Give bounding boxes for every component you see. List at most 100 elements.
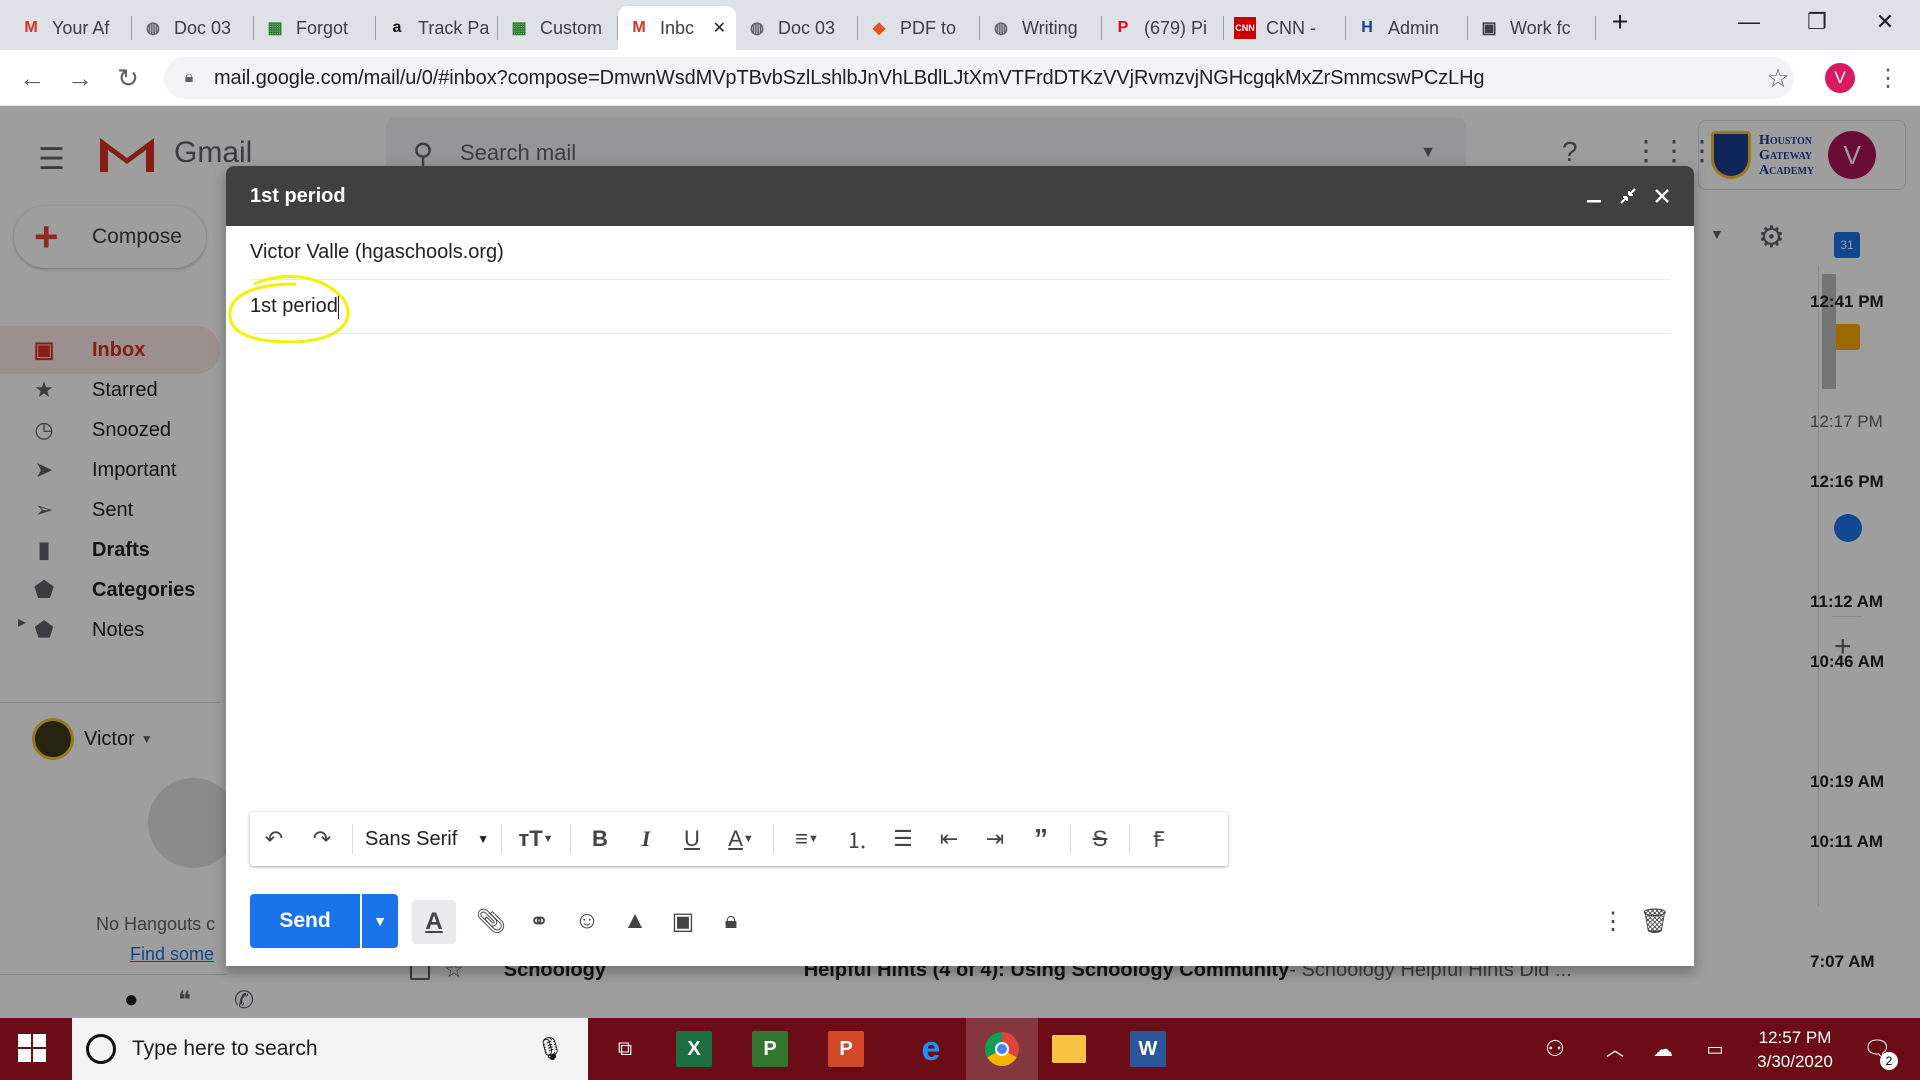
show-hidden-icons-icon[interactable]: ︿ bbox=[1590, 1028, 1640, 1070]
photo-icon[interactable]: ▣ bbox=[668, 906, 698, 936]
undo-icon[interactable]: ↶ bbox=[250, 812, 298, 866]
browser-tab[interactable]: ▦ Custom bbox=[498, 6, 618, 50]
bold-icon[interactable]: B bbox=[577, 812, 623, 866]
tab-label: CNN - bbox=[1266, 17, 1316, 38]
compose-window: 1st period Victor Valle (hgaschools.org)… bbox=[226, 166, 1694, 966]
pdf-icon: ◆ bbox=[872, 20, 886, 37]
font-size-icon[interactable]: тT ▼ bbox=[508, 812, 564, 866]
indent-more-icon[interactable]: ⇥ bbox=[972, 812, 1018, 866]
tab-label: Your Af bbox=[52, 17, 110, 38]
browser-tab[interactable]: H Admin bbox=[1346, 6, 1468, 50]
browser-tab[interactable]: CNN CNN - bbox=[1224, 6, 1346, 50]
confidential-mode-icon[interactable]: 🔒︎ bbox=[716, 906, 746, 936]
underline-icon[interactable]: U bbox=[669, 812, 715, 866]
microphone-icon[interactable]: 🎙︎ bbox=[536, 1036, 564, 1062]
notification-count-badge: 2 bbox=[1880, 1052, 1898, 1070]
browser-tab[interactable]: ▦ Forgot bbox=[254, 6, 376, 50]
word-icon[interactable]: W bbox=[1130, 1031, 1166, 1067]
windows-start-icon[interactable] bbox=[18, 1034, 48, 1064]
browser-tab[interactable]: M Inbc ✕ bbox=[618, 6, 736, 50]
link-icon[interactable]: ⚭ bbox=[524, 906, 554, 936]
browser-tab[interactable]: P (679) Pi bbox=[1102, 6, 1224, 50]
task-view-icon[interactable]: ⧉ bbox=[600, 1028, 650, 1070]
attach-icon[interactable]: 📎︎ bbox=[476, 906, 506, 936]
address-bar[interactable]: 🔒︎ mail.google.com/mail/u/0/#inbox?compo… bbox=[164, 57, 1794, 99]
tab-label: Doc 03 bbox=[174, 17, 232, 38]
close-tab-icon[interactable]: ✕ bbox=[713, 18, 726, 38]
clock-time: 12:57 PM bbox=[1758, 1028, 1832, 1047]
onedrive-error-icon[interactable]: ☁ bbox=[1638, 1028, 1688, 1070]
forward-icon[interactable]: → bbox=[64, 62, 96, 94]
browser-tab[interactable]: ◆ PDF to bbox=[858, 6, 980, 50]
remove-formatting-icon[interactable]: Ꞙ bbox=[1136, 812, 1182, 866]
emoji-icon[interactable]: ☺ bbox=[572, 906, 602, 936]
file-explorer-icon[interactable] bbox=[1052, 1035, 1086, 1063]
gmail-icon: M bbox=[632, 19, 646, 36]
taskbar-search-box[interactable]: Type here to search 🎙︎ bbox=[72, 1018, 588, 1080]
page-icon: ▦ bbox=[511, 20, 527, 37]
people-icon[interactable]: ⚇ bbox=[1530, 1028, 1580, 1070]
quote-icon[interactable]: ” bbox=[1018, 812, 1064, 866]
send-button[interactable]: Send bbox=[250, 894, 360, 948]
browser-menu-icon[interactable]: ⋮ bbox=[1872, 62, 1904, 94]
powerpoint-icon[interactable]: P bbox=[828, 1031, 864, 1067]
project-icon[interactable]: P bbox=[752, 1031, 788, 1067]
browser-tab[interactable]: ◍ Writing bbox=[980, 6, 1102, 50]
subject-field[interactable]: 1st period bbox=[250, 280, 1670, 334]
close-icon[interactable] bbox=[1650, 184, 1674, 208]
text-color-icon[interactable]: A ▼ bbox=[715, 812, 767, 866]
message-body[interactable] bbox=[226, 336, 1694, 806]
globe-icon: ◍ bbox=[146, 20, 160, 37]
browser-tab-strip: M Your Af ◍ Doc 03 ▦ Forgot a Track Pa ▦ Custom M I… bbox=[0, 0, 1920, 50]
browser-tab[interactable]: M Your Af bbox=[10, 6, 132, 50]
tab-label: Admin bbox=[1388, 17, 1440, 38]
tab-label: Inbc bbox=[660, 17, 695, 38]
send-options-button[interactable]: ▼ bbox=[362, 894, 398, 948]
amazon-icon: a bbox=[392, 19, 402, 36]
font-family-value: Sans Serif bbox=[365, 827, 458, 850]
edge-icon[interactable]: e bbox=[906, 1028, 956, 1070]
taskbar-clock[interactable]: 12:57 PM 3/30/2020 bbox=[1740, 1026, 1850, 1074]
tab-label: Track Pa bbox=[418, 17, 490, 38]
reload-icon[interactable]: ↻ bbox=[112, 62, 144, 94]
bookmark-star-icon[interactable]: ☆ bbox=[1762, 62, 1794, 94]
battery-icon[interactable]: ▭ bbox=[1690, 1028, 1740, 1070]
minimize-window-icon[interactable]: — bbox=[1714, 0, 1784, 44]
profile-avatar[interactable]: V bbox=[1825, 63, 1855, 93]
from-field[interactable]: Victor Valle (hgaschools.org) bbox=[250, 226, 1670, 280]
url-text: mail.google.com/mail/u/0/#inbox?compose=… bbox=[214, 66, 1485, 89]
italic-icon[interactable]: I bbox=[623, 812, 669, 866]
numbered-list-icon[interactable]: ⒈ bbox=[834, 812, 880, 866]
divider bbox=[570, 824, 571, 854]
browser-tab[interactable]: ▣ Work fc bbox=[1468, 6, 1596, 50]
excel-icon[interactable]: X bbox=[676, 1031, 712, 1067]
close-window-icon[interactable]: ✕ bbox=[1850, 0, 1920, 44]
minimize-icon[interactable] bbox=[1582, 184, 1606, 208]
browser-tab[interactable]: ◍ Doc 03 bbox=[132, 6, 254, 50]
redo-icon[interactable]: ↷ bbox=[298, 812, 346, 866]
pinterest-icon: P bbox=[1117, 19, 1129, 36]
chrome-taskbar-active[interactable] bbox=[966, 1018, 1038, 1080]
browser-tab[interactable]: ◍ Doc 03 bbox=[736, 6, 858, 50]
compose-title-bar[interactable]: 1st period bbox=[226, 166, 1694, 226]
strikethrough-icon[interactable]: S bbox=[1077, 812, 1123, 866]
drive-icon[interactable]: ▲ bbox=[620, 906, 650, 936]
new-tab-button[interactable]: + bbox=[1598, 0, 1642, 44]
discard-draft-icon[interactable]: 🗑︎ bbox=[1640, 906, 1670, 936]
tab-label: Work fc bbox=[1510, 17, 1571, 38]
compose-title: 1st period bbox=[250, 184, 346, 207]
formatting-options-icon[interactable]: A bbox=[412, 900, 456, 944]
bulleted-list-icon[interactable]: ☰ bbox=[880, 812, 926, 866]
tab-label: Writing bbox=[1022, 17, 1078, 38]
from-value: Victor Valle (hgaschools.org) bbox=[250, 241, 504, 263]
back-icon[interactable]: ← bbox=[16, 62, 48, 94]
restore-window-icon[interactable]: ❐ bbox=[1782, 0, 1852, 44]
browser-tab[interactable]: a Track Pa bbox=[376, 6, 498, 50]
align-icon[interactable]: ≡ ▼ bbox=[780, 812, 834, 866]
exit-fullscreen-icon[interactable] bbox=[1616, 184, 1640, 208]
tab-separator bbox=[1595, 16, 1596, 40]
more-options-icon[interactable]: ⋮ bbox=[1598, 906, 1628, 936]
font-family-select[interactable]: Sans Serif ▼ bbox=[359, 812, 495, 866]
divider bbox=[352, 824, 353, 854]
indent-less-icon[interactable]: ⇤ bbox=[926, 812, 972, 866]
